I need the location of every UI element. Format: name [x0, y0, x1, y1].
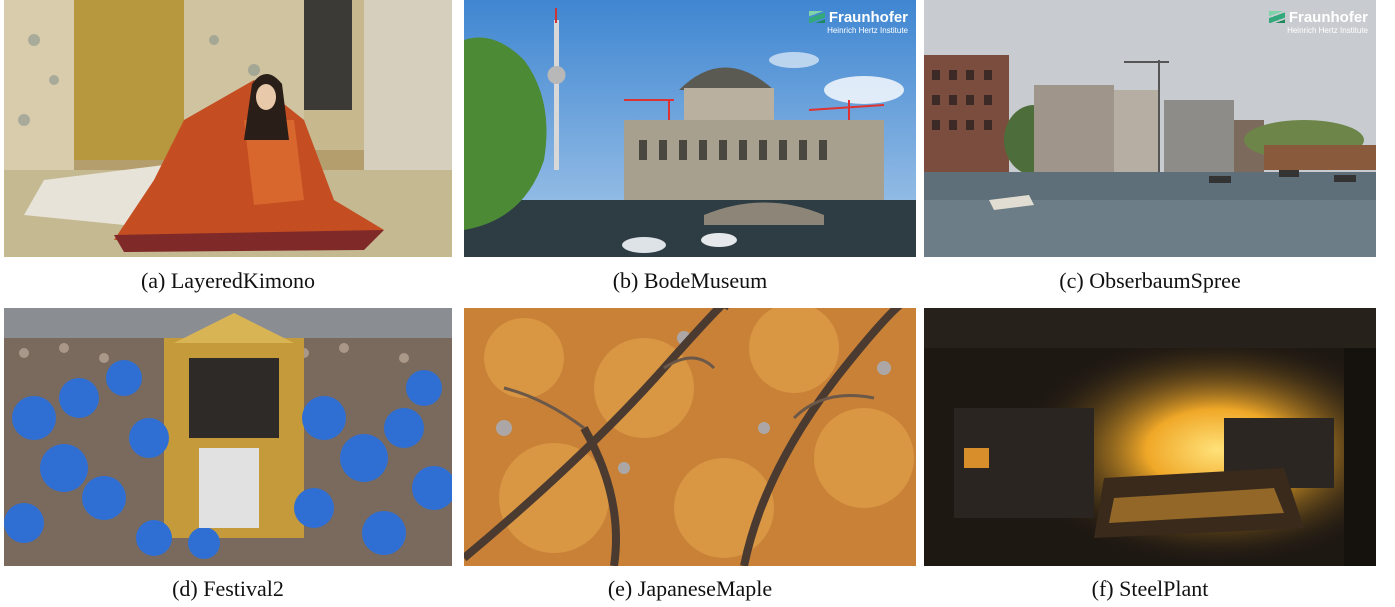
logo-subtitle-2: Heinrich Hertz Institute: [1287, 26, 1368, 35]
fraunhofer-mark-icon-2: [1268, 11, 1285, 23]
caption-c: (c) ObserbaumSpree: [1059, 268, 1241, 293]
panel-c: Fraunhofer Heinrich Hertz Institute (c) …: [924, 0, 1376, 300]
layered-kimono-image: [4, 0, 452, 257]
panel-d: (d) Festival2: [4, 308, 452, 607]
logo-name: Fraunhofer: [828, 9, 908, 26]
logo-subtitle: Heinrich Hertz Institute: [827, 26, 908, 35]
fraunhofer-logo-2: Fraunhofer Heinrich Hertz Institute: [1268, 9, 1368, 35]
caption-e: (e) JapaneseMaple: [607, 576, 773, 601]
panel-e: (e) JapaneseMaple: [464, 308, 916, 607]
bode-museum-image: Fraunhofer Heinrich Hertz Institute: [464, 0, 916, 257]
festival2-image: [4, 308, 452, 566]
panel-b: Fraunhofer Heinrich Hertz Institute (b) …: [464, 0, 916, 300]
japanese-maple-image: [464, 308, 916, 566]
panel-f: (f) SteelPlant: [924, 308, 1376, 607]
caption-b: (b) BodeMuseum: [612, 268, 768, 293]
caption-d: (d) Festival2: [172, 576, 284, 601]
logo-name-2: Fraunhofer: [1288, 9, 1368, 26]
caption-f: (f) SteelPlant: [1091, 576, 1209, 601]
fraunhofer-mark-icon: [808, 11, 825, 23]
steel-plant-image: [924, 308, 1376, 566]
panel-a: (a) LayeredKimono: [4, 0, 452, 300]
caption-a: (a) LayeredKimono: [140, 268, 316, 293]
oberbaum-spree-image: Fraunhofer Heinrich Hertz Institute: [924, 0, 1376, 257]
fraunhofer-logo: Fraunhofer Heinrich Hertz Institute: [808, 9, 908, 35]
